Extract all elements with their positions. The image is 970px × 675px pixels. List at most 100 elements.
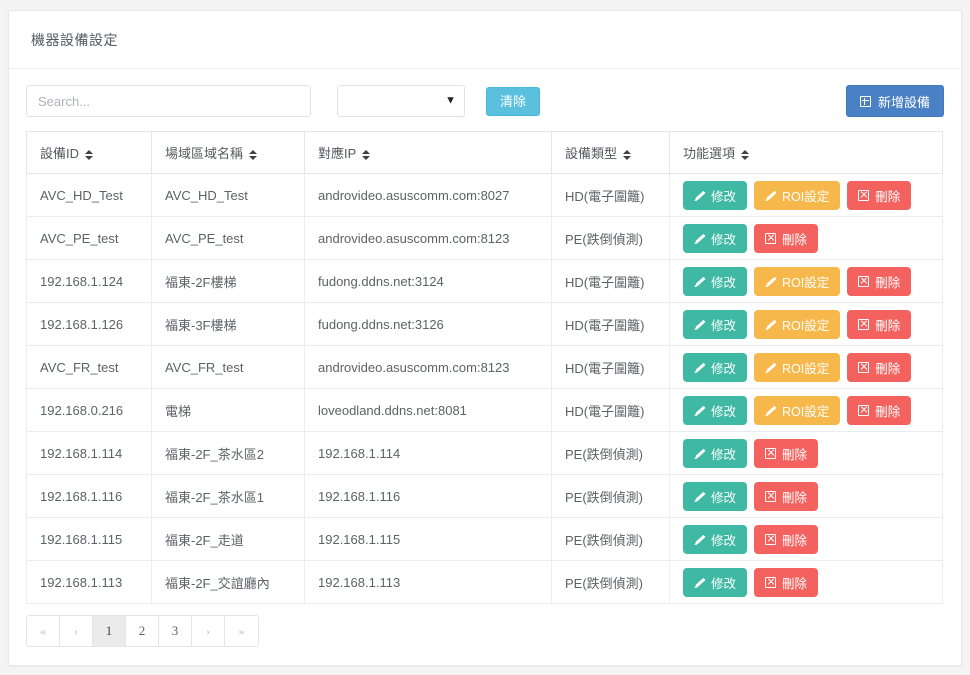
delete-button[interactable]: 刪除 bbox=[754, 481, 819, 511]
cell-device-id: 192.168.1.124 bbox=[26, 259, 152, 303]
delete-button[interactable]: 刪除 bbox=[754, 567, 819, 597]
card-header: 機器設備設定 bbox=[9, 11, 961, 69]
pagination-arrow[interactable]: « bbox=[27, 616, 60, 646]
delete-button-label: 刪除 bbox=[875, 275, 901, 290]
pencil-icon bbox=[765, 405, 776, 416]
delete-button-label: 刪除 bbox=[782, 447, 808, 462]
delete-button[interactable]: 刪除 bbox=[847, 395, 912, 425]
device-type-filter-wrap: ▼ bbox=[311, 85, 465, 117]
delete-button-label: 刪除 bbox=[782, 490, 808, 505]
pencil-icon bbox=[694, 577, 705, 588]
delete-button[interactable]: 刪除 bbox=[754, 438, 819, 468]
action-button-group: 修改 ROI設定 刪除 bbox=[683, 180, 929, 210]
edit-button[interactable]: 修改 bbox=[683, 524, 748, 554]
sort-icon[interactable] bbox=[249, 149, 258, 161]
roi-settings-button-label: ROI設定 bbox=[782, 189, 830, 204]
cell-actions: 修改 ROI設定 刪除 bbox=[669, 259, 943, 303]
devices-table: 設備ID 場域區域名稱 對應IP 設備類型 功能選項 AVC_HD_Test A… bbox=[26, 131, 943, 604]
delete-button[interactable]: 刪除 bbox=[847, 180, 912, 210]
delete-button[interactable]: 刪除 bbox=[847, 309, 912, 339]
roi-settings-button-label: ROI設定 bbox=[782, 318, 830, 333]
close-square-icon bbox=[858, 404, 870, 416]
cell-ip: 192.168.1.116 bbox=[304, 474, 552, 518]
edit-button[interactable]: 修改 bbox=[683, 223, 748, 253]
column-header-actions[interactable]: 功能選項 bbox=[669, 131, 943, 174]
edit-button-label: 修改 bbox=[711, 361, 737, 376]
roi-settings-button[interactable]: ROI設定 bbox=[754, 180, 841, 210]
cell-actions: 修改 ROI設定 刪除 bbox=[669, 345, 943, 389]
plus-square-icon bbox=[859, 95, 871, 107]
delete-button-label: 刪除 bbox=[782, 533, 808, 548]
edit-button-label: 修改 bbox=[711, 404, 737, 419]
edit-button[interactable]: 修改 bbox=[683, 438, 748, 468]
pencil-icon bbox=[765, 362, 776, 373]
edit-button[interactable]: 修改 bbox=[683, 481, 748, 511]
pagination-page[interactable]: 3 bbox=[159, 616, 192, 646]
delete-button[interactable]: 刪除 bbox=[754, 223, 819, 253]
cell-ip: 192.168.1.114 bbox=[304, 431, 552, 475]
pagination-arrow[interactable]: » bbox=[225, 616, 258, 646]
roi-settings-button[interactable]: ROI設定 bbox=[754, 352, 841, 382]
cell-area-name: 福東-2F_茶水區1 bbox=[151, 474, 305, 518]
pencil-icon bbox=[765, 319, 776, 330]
delete-button-label: 刪除 bbox=[782, 576, 808, 591]
cell-ip: androvideo.asuscomm.com:8123 bbox=[304, 216, 552, 260]
edit-button-label: 修改 bbox=[711, 576, 737, 591]
column-header-device-type[interactable]: 設備類型 bbox=[551, 131, 670, 174]
cell-device-id: 192.168.1.115 bbox=[26, 517, 152, 561]
edit-button[interactable]: 修改 bbox=[683, 266, 748, 296]
sort-icon[interactable] bbox=[623, 149, 632, 161]
pagination-arrow[interactable]: › bbox=[192, 616, 225, 646]
close-square-icon bbox=[858, 275, 870, 287]
sort-icon[interactable] bbox=[362, 149, 371, 161]
column-header-ip[interactable]: 對應IP bbox=[304, 131, 552, 174]
edit-button-label: 修改 bbox=[711, 189, 737, 204]
action-button-group: 修改 ROI設定 刪除 bbox=[683, 266, 929, 296]
roi-settings-button[interactable]: ROI設定 bbox=[754, 395, 841, 425]
delete-button[interactable]: 刪除 bbox=[847, 266, 912, 296]
cell-actions: 修改 刪除 bbox=[669, 517, 943, 561]
pagination-arrow[interactable]: ‹ bbox=[60, 616, 93, 646]
pagination: «‹ 1 2 3 ›» bbox=[26, 615, 259, 647]
column-header-device-id[interactable]: 設備ID bbox=[26, 131, 152, 174]
edit-button[interactable]: 修改 bbox=[683, 309, 748, 339]
column-header-actions-label: 功能選項 bbox=[683, 146, 736, 161]
clear-button[interactable]: 清除 bbox=[486, 86, 541, 116]
column-header-area-name[interactable]: 場域區域名稱 bbox=[151, 131, 305, 174]
edit-button[interactable]: 修改 bbox=[683, 352, 748, 382]
delete-button[interactable]: 刪除 bbox=[847, 352, 912, 382]
column-header-area-name-label: 場域區域名稱 bbox=[165, 146, 244, 161]
action-button-group: 修改 刪除 bbox=[683, 481, 929, 511]
cell-device-id: 192.168.1.113 bbox=[26, 560, 152, 604]
edit-button[interactable]: 修改 bbox=[683, 395, 748, 425]
sort-icon[interactable] bbox=[741, 149, 750, 161]
action-button-group: 修改 ROI設定 刪除 bbox=[683, 352, 929, 382]
cell-ip: androvideo.asuscomm.com:8027 bbox=[304, 173, 552, 217]
table-row: 192.168.1.124 福東-2F樓梯 fudong.ddns.net:3124… bbox=[26, 259, 943, 303]
pagination-page[interactable]: 2 bbox=[126, 616, 159, 646]
pagination-row: «‹ 1 2 3 ›» bbox=[26, 604, 944, 653]
cell-device-type: PE(跌倒偵測) bbox=[551, 560, 670, 604]
cell-device-type: PE(跌倒偵測) bbox=[551, 517, 670, 561]
roi-settings-button[interactable]: ROI設定 bbox=[754, 309, 841, 339]
pagination-page[interactable]: 1 bbox=[93, 616, 126, 646]
close-square-icon bbox=[858, 189, 870, 201]
cell-device-type: PE(跌倒偵測) bbox=[551, 431, 670, 475]
edit-button-label: 修改 bbox=[711, 490, 737, 505]
sort-icon[interactable] bbox=[85, 149, 94, 161]
action-button-group: 修改 刪除 bbox=[683, 438, 929, 468]
table-row: AVC_PE_test AVC_PE_test androvideo.asuscom… bbox=[26, 216, 943, 260]
cell-area-name: 福東-2F_茶水區2 bbox=[151, 431, 305, 475]
delete-button[interactable]: 刪除 bbox=[754, 524, 819, 554]
action-button-group: 修改 刪除 bbox=[683, 567, 929, 597]
search-input[interactable] bbox=[26, 85, 311, 117]
action-button-group: 修改 ROI設定 刪除 bbox=[683, 309, 929, 339]
add-device-button[interactable]: 新增設備 bbox=[845, 85, 944, 117]
edit-button[interactable]: 修改 bbox=[683, 180, 748, 210]
roi-settings-button[interactable]: ROI設定 bbox=[754, 266, 841, 296]
cell-area-name: AVC_PE_test bbox=[151, 216, 305, 260]
edit-button[interactable]: 修改 bbox=[683, 567, 748, 597]
cell-device-id: AVC_PE_test bbox=[26, 216, 152, 260]
device-type-filter[interactable] bbox=[337, 85, 465, 117]
pencil-icon bbox=[765, 276, 776, 287]
